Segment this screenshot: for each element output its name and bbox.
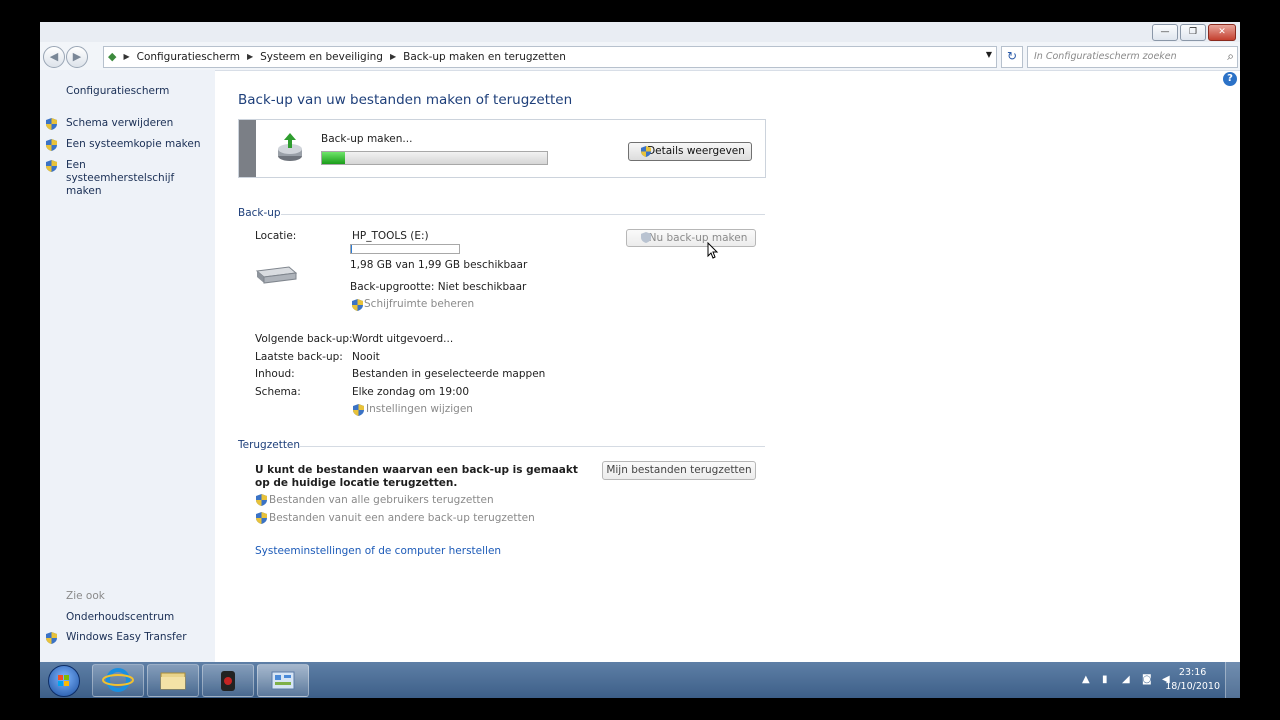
backup-size-text: Back-upgrootte: Niet beschikbaar [350, 281, 527, 293]
page-title: Back-up van uw bestanden maken of terugz… [238, 92, 573, 108]
chevron-right-icon[interactable]: ▶ [390, 52, 396, 61]
address-bar[interactable]: ◆ ▶ Configuratiescherm ▶ Systeem en beve… [103, 46, 997, 68]
breadcrumb-control-panel[interactable]: Configuratiescherm [137, 51, 240, 63]
chevron-right-icon[interactable]: ▶ [247, 52, 253, 61]
schedule-value: Elke zondag om 19:00 [352, 386, 469, 398]
view-details-button[interactable]: Details weergeven [628, 142, 752, 161]
back-button[interactable]: ◀ [43, 46, 65, 68]
last-backup-value: Nooit [352, 351, 380, 363]
backup-section-heading: Back-up [238, 207, 281, 219]
sidebar-item-action-center[interactable]: Onderhoudscentrum [66, 611, 174, 624]
show-hidden-icons-icon[interactable]: ▲ [1082, 674, 1090, 685]
contents-label: Inhoud: [255, 368, 295, 380]
section-divider [300, 446, 765, 447]
backup-now-button[interactable]: Nu back-up maken [626, 229, 756, 247]
location-value: HP_TOOLS (E:) [352, 230, 429, 242]
breadcrumb-backup-restore[interactable]: Back-up maken en terugzetten [403, 51, 566, 63]
drive-icon [255, 266, 297, 284]
restore-other-backup-link[interactable]: Bestanden vanuit een andere back-up teru… [269, 512, 535, 524]
media-player-icon [221, 671, 235, 691]
main-content: Back-up van uw bestanden maken of terugz… [215, 70, 1240, 662]
restore-section-heading: Terugzetten [238, 439, 301, 451]
sidebar: Configuratiescherm Schema verwijderen Ee… [40, 70, 215, 662]
network-icon[interactable]: ▮ [1102, 674, 1108, 685]
refresh-button[interactable]: ↻ [1001, 46, 1023, 68]
search-icon[interactable]: ⌕ [1227, 49, 1234, 64]
power-icon[interactable]: ◙ [1142, 674, 1152, 685]
schedule-label: Schema: [255, 386, 301, 398]
manage-space-link[interactable]: Schijfruimte beheren [364, 298, 474, 310]
clock-date: 18/10/2010 [1165, 681, 1220, 692]
maximize-button[interactable]: ❐ [1180, 24, 1206, 41]
uac-shield-icon [353, 404, 364, 416]
taskbar-explorer[interactable] [147, 664, 199, 697]
see-also-heading: Zie ook [66, 590, 105, 602]
signal-icon[interactable]: ◢ [1122, 674, 1130, 685]
drive-space-text: 1,98 GB van 1,99 GB beschikbaar [350, 259, 528, 271]
recover-system-settings-link[interactable]: Systeeminstellingen of de computer herst… [255, 545, 501, 557]
drive-usage-bar [350, 244, 460, 254]
backup-now-label: Nu back-up maken [648, 232, 748, 244]
backup-status-text: Back-up maken... [321, 133, 413, 145]
clock-time: 23:16 [1178, 667, 1207, 678]
navigation-bar: ◀ ▶ ◆ ▶ Configuratiescherm ▶ Systeem en … [40, 42, 1240, 71]
minimize-button[interactable]: — [1152, 24, 1178, 41]
uac-shield-icon [46, 118, 57, 130]
chevron-right-icon[interactable]: ▶ [123, 52, 129, 61]
backup-progress-icon [278, 133, 302, 161]
backup-progress-banner: Back-up maken... Details weergeven [238, 119, 766, 178]
sidebar-item-easy-transfer[interactable]: Windows Easy Transfer [66, 631, 187, 644]
next-backup-value: Wordt uitgevoerd... [352, 333, 454, 345]
last-backup-label: Laatste back-up: [255, 351, 343, 363]
uac-shield-icon [46, 139, 57, 151]
dropdown-arrow-icon[interactable]: ▼ [986, 50, 992, 59]
internet-explorer-icon [102, 668, 134, 692]
uac-shield-icon [256, 512, 267, 524]
show-desktop-button[interactable] [1225, 662, 1240, 698]
sidebar-item-system-image[interactable]: Een systeemkopie maken [66, 138, 201, 151]
control-panel-icon: ◆ [108, 50, 117, 63]
view-details-label: Details weergeven [647, 145, 745, 157]
search-placeholder: In Configuratiescherm zoeken [1034, 51, 1177, 62]
uac-shield-icon [352, 299, 363, 311]
uac-shield-icon [641, 146, 651, 157]
section-divider [281, 214, 765, 215]
banner-stripe [239, 120, 256, 177]
sidebar-item-repair-disc[interactable]: Een systeemherstelschijf maken [66, 159, 191, 198]
control-panel-window: — ❐ ✕ ◀ ▶ ◆ ▶ Configuratiescherm ▶ Syste… [40, 22, 1240, 662]
uac-shield-icon [641, 232, 651, 243]
next-backup-label: Volgende back-up: [255, 333, 353, 345]
title-bar: — ❐ ✕ [40, 22, 1240, 42]
mouse-cursor-icon [707, 242, 719, 259]
system-tray: ▲ ▮ ◢ ◙ ◀ 23:16 18/10/2010 [1060, 662, 1240, 698]
clock[interactable]: 23:16 18/10/2010 [1165, 666, 1220, 694]
change-settings-link[interactable]: Instellingen wijzigen [366, 403, 473, 415]
search-input[interactable]: In Configuratiescherm zoeken ⌕ [1027, 46, 1238, 68]
control-panel-icon [271, 671, 295, 690]
uac-shield-icon [46, 160, 57, 172]
taskbar-control-panel[interactable] [257, 664, 309, 697]
contents-value: Bestanden in geselecteerde mappen [352, 368, 546, 380]
forward-button[interactable]: ▶ [66, 46, 88, 68]
uac-shield-icon [46, 632, 57, 644]
backup-progress-bar [321, 151, 548, 165]
taskbar-internet-explorer[interactable] [92, 664, 144, 697]
folder-icon [160, 672, 186, 690]
location-label: Locatie: [255, 230, 297, 242]
sidebar-item-delete-schedule[interactable]: Schema verwijderen [66, 117, 173, 130]
restore-all-users-link[interactable]: Bestanden van alle gebruikers terugzette… [269, 494, 494, 506]
restore-files-button[interactable]: Mijn bestanden terugzetten [602, 461, 756, 480]
uac-shield-icon [256, 494, 267, 506]
progress-fill [322, 152, 345, 164]
restore-description: U kunt de bestanden waarvan een back-up … [255, 464, 578, 489]
sidebar-home-link[interactable]: Configuratiescherm [66, 85, 169, 98]
windows-logo-icon [58, 675, 69, 686]
drive-usage-fill [351, 245, 353, 253]
taskbar: ▲ ▮ ◢ ◙ ◀ 23:16 18/10/2010 [40, 662, 1240, 698]
start-button[interactable] [48, 665, 80, 697]
taskbar-media-player[interactable] [202, 664, 254, 697]
close-button[interactable]: ✕ [1208, 24, 1236, 41]
breadcrumb-system-security[interactable]: Systeem en beveiliging [260, 51, 383, 63]
